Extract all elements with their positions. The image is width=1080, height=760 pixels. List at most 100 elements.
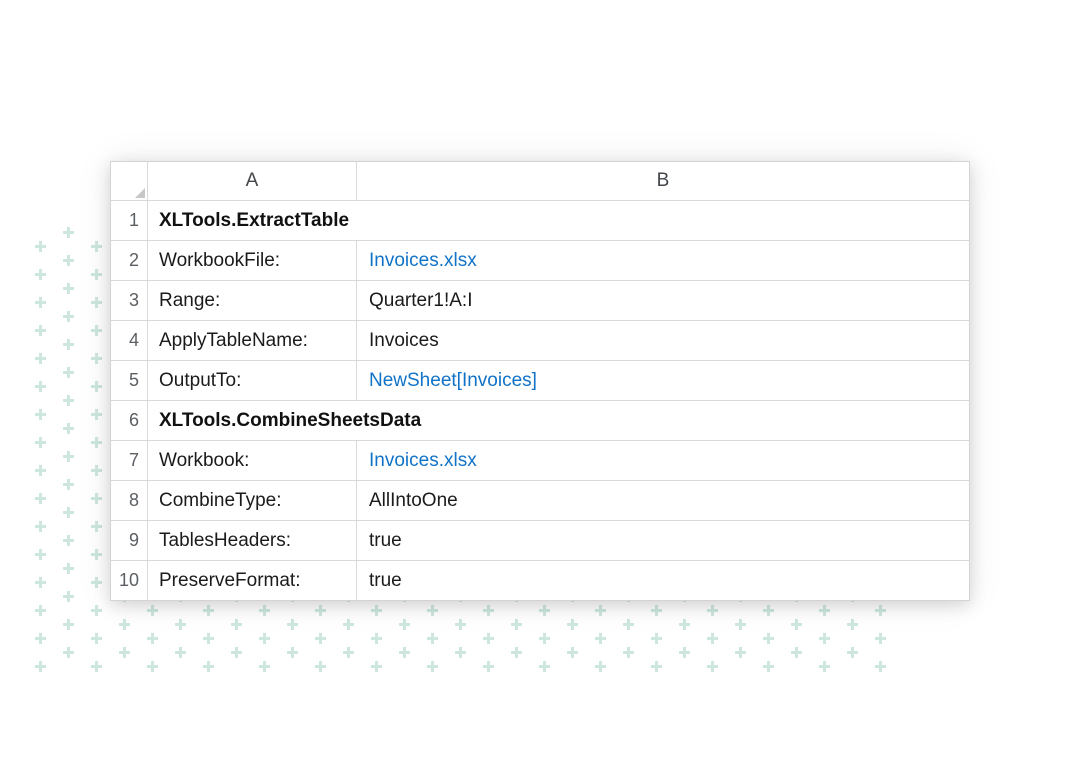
column-header-b[interactable]: B — [357, 162, 969, 200]
cell-a-label[interactable]: OutputTo: — [148, 361, 357, 400]
cell-a-label[interactable]: Range: — [148, 281, 357, 320]
cell-b-link[interactable]: NewSheet[Invoices] — [369, 370, 537, 392]
plus-icon — [91, 381, 102, 392]
plus-icon — [315, 661, 326, 672]
cell-a-label[interactable]: ApplyTableName: — [148, 321, 357, 360]
plus-icon — [623, 619, 634, 630]
plus-icon — [35, 605, 46, 616]
plus-icon — [91, 605, 102, 616]
cell-a-label[interactable]: TablesHeaders: — [148, 521, 357, 560]
plus-icon — [287, 647, 298, 658]
plus-icon — [707, 605, 718, 616]
row-number[interactable]: 5 — [111, 361, 148, 400]
cell-a-section-title[interactable]: XLTools.CombineSheetsData — [148, 401, 969, 440]
plus-icon — [63, 255, 74, 266]
plus-icon — [35, 661, 46, 672]
page: A B 1XLTools.ExtractTable2WorkbookFile: I… — [0, 0, 1080, 760]
cell-b-value[interactable]: Invoices — [357, 321, 969, 360]
row-number[interactable]: 7 — [111, 441, 148, 480]
cell-b-value[interactable]: Invoices.xlsx — [357, 241, 969, 280]
plus-icon — [91, 269, 102, 280]
plus-icon — [35, 353, 46, 364]
plus-icon — [287, 619, 298, 630]
row-number[interactable]: 6 — [111, 401, 148, 440]
cell-a-label[interactable]: Workbook: — [148, 441, 357, 480]
cell-a-label[interactable]: CombineType: — [148, 481, 357, 520]
plus-icon — [91, 521, 102, 532]
spreadsheet-table: A B 1XLTools.ExtractTable2WorkbookFile: I… — [110, 161, 970, 601]
plus-icon — [343, 619, 354, 630]
table-row: 8CombineType:AllIntoOne — [111, 480, 969, 520]
column-header-a[interactable]: A — [148, 162, 357, 200]
row-number[interactable]: 3 — [111, 281, 148, 320]
row-number[interactable]: 2 — [111, 241, 148, 280]
plus-icon — [35, 381, 46, 392]
cell-b-value[interactable]: NewSheet[Invoices] — [357, 361, 969, 400]
plus-icon — [595, 661, 606, 672]
row-number[interactable]: 9 — [111, 521, 148, 560]
plus-icon — [91, 633, 102, 644]
cell-b-link[interactable]: Invoices.xlsx — [369, 450, 477, 472]
plus-icon — [371, 633, 382, 644]
plus-icon — [147, 633, 158, 644]
row-number[interactable]: 10 — [111, 561, 148, 600]
plus-icon — [119, 619, 130, 630]
plus-icon — [735, 647, 746, 658]
plus-icon — [35, 269, 46, 280]
plus-icon — [539, 633, 550, 644]
plus-icon — [147, 605, 158, 616]
plus-icon — [623, 647, 634, 658]
row-number[interactable]: 4 — [111, 321, 148, 360]
plus-icon — [63, 619, 74, 630]
plus-icon — [63, 423, 74, 434]
table-row: 9TablesHeaders:true — [111, 520, 969, 560]
plus-icon — [63, 535, 74, 546]
plus-icon — [371, 605, 382, 616]
cell-b-value[interactable]: Quarter1!A:I — [357, 281, 969, 320]
plus-icon — [371, 661, 382, 672]
plus-icon — [595, 633, 606, 644]
cell-b-link[interactable]: Invoices.xlsx — [369, 250, 477, 272]
plus-icon — [511, 647, 522, 658]
plus-icon — [231, 647, 242, 658]
plus-icon — [203, 633, 214, 644]
plus-icon — [91, 549, 102, 560]
plus-icon — [875, 633, 886, 644]
cell-b-value[interactable]: Invoices.xlsx — [357, 441, 969, 480]
plus-icon — [35, 409, 46, 420]
cell-b-value[interactable]: AllIntoOne — [357, 481, 969, 520]
plus-icon — [455, 647, 466, 658]
plus-icon — [875, 661, 886, 672]
plus-icon — [651, 633, 662, 644]
plus-icon — [819, 661, 830, 672]
table-row: 4ApplyTableName:Invoices — [111, 320, 969, 360]
plus-icon — [203, 605, 214, 616]
plus-icon — [315, 633, 326, 644]
plus-icon — [91, 465, 102, 476]
plus-icon — [35, 241, 46, 252]
plus-icon — [63, 395, 74, 406]
plus-icon — [259, 633, 270, 644]
plus-icon — [35, 521, 46, 532]
cell-a-label[interactable]: PreserveFormat: — [148, 561, 357, 600]
table-row: 6XLTools.CombineSheetsData — [111, 400, 969, 440]
row-number[interactable]: 1 — [111, 201, 148, 240]
cell-a-label[interactable]: WorkbookFile: — [148, 241, 357, 280]
plus-icon — [35, 437, 46, 448]
plus-icon — [539, 605, 550, 616]
select-all-corner[interactable] — [111, 162, 148, 200]
plus-icon — [35, 297, 46, 308]
table-row: 3Range:Quarter1!A:I — [111, 280, 969, 320]
plus-icon — [63, 563, 74, 574]
plus-icon — [399, 619, 410, 630]
cell-b-value[interactable]: true — [357, 561, 969, 600]
plus-icon — [231, 619, 242, 630]
plus-icon — [791, 619, 802, 630]
plus-icon — [455, 619, 466, 630]
plus-icon — [119, 647, 130, 658]
plus-icon — [427, 633, 438, 644]
row-number[interactable]: 8 — [111, 481, 148, 520]
plus-icon — [791, 647, 802, 658]
cell-b-value[interactable]: true — [357, 521, 969, 560]
cell-a-section-title[interactable]: XLTools.ExtractTable — [148, 201, 969, 240]
